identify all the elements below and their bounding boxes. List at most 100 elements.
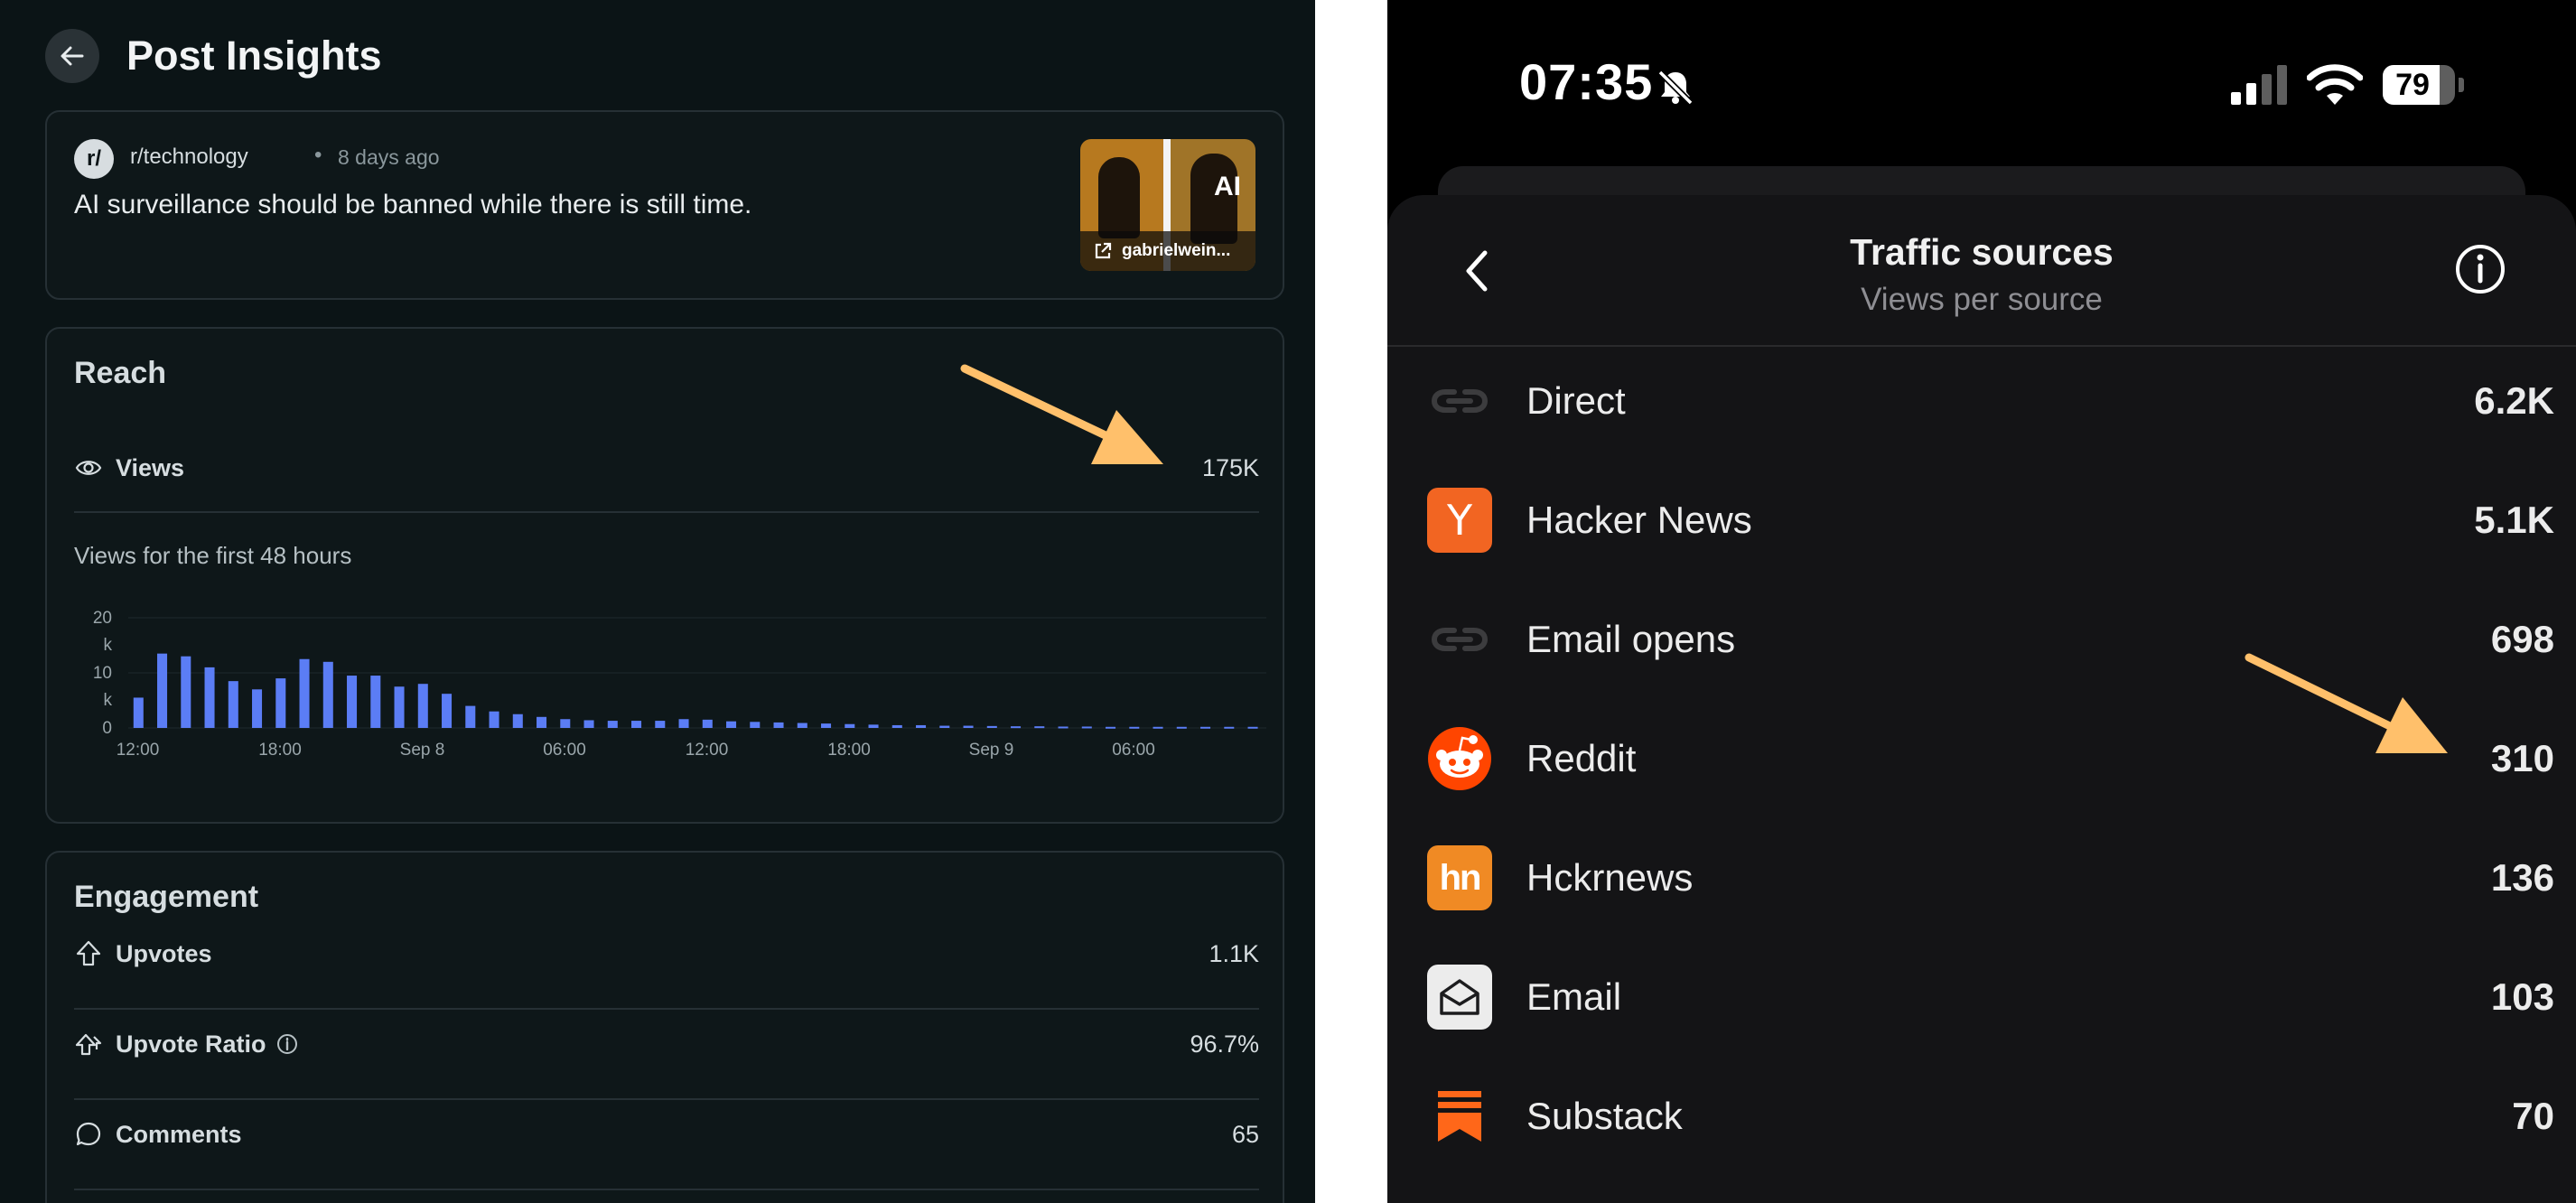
chart-bar <box>228 681 238 728</box>
chart-bar <box>726 721 737 728</box>
bell-slash-icon <box>1657 70 1694 106</box>
chart-bar <box>157 653 168 728</box>
divider <box>74 511 1259 513</box>
source-label: Email opens <box>1526 618 1736 660</box>
back-button[interactable] <box>45 29 99 83</box>
upvote-ratio-label: Upvote Ratio <box>116 1030 266 1058</box>
y-tick-unit: k <box>104 636 113 655</box>
thumbnail-link-caption[interactable]: gabrielwein... <box>1080 231 1255 271</box>
status-time: 07:35 <box>1519 53 1654 110</box>
comments-value: 65 <box>1231 1120 1259 1148</box>
chart-bar <box>133 697 144 728</box>
x-tick-label: Sep 8 <box>400 741 445 760</box>
external-link-icon <box>1095 242 1112 259</box>
source-row-email-opens[interactable]: Email opens 698 <box>1427 607 2554 672</box>
info-icon[interactable] <box>275 1032 299 1056</box>
battery-level: 79 <box>2395 67 2430 102</box>
sheet-title: Traffic sources <box>1850 231 2114 273</box>
chart-bar <box>1129 726 1140 729</box>
chart-bar <box>417 684 428 728</box>
source-row-hacker-news[interactable]: Y Hacker News 5.1K <box>1427 488 2554 553</box>
chart-bar <box>607 721 618 728</box>
chart-bar <box>939 725 950 728</box>
chart-bar <box>275 678 286 728</box>
chart-bar <box>370 676 381 728</box>
chart-bar <box>797 723 807 728</box>
chart-bar <box>299 658 310 728</box>
upvotes-label: Upvotes <box>116 939 212 967</box>
phone-screen: 07:35 79 Traffic sources Views per sourc… <box>1387 0 2576 1203</box>
header: Post Insights <box>45 27 382 85</box>
views-row: Views 175K <box>74 441 1259 495</box>
chart-bar <box>204 667 215 728</box>
divider <box>74 1008 1259 1010</box>
x-tick-label: 18:00 <box>827 741 871 760</box>
wifi-icon <box>2307 64 2363 105</box>
email-open-icon <box>1427 965 1492 1030</box>
source-label: Hckrnews <box>1526 856 1694 899</box>
post-title[interactable]: AI surveillance should be banned while t… <box>74 190 751 220</box>
info-circle-icon[interactable] <box>2451 240 2509 298</box>
chart-bar <box>1247 726 1258 729</box>
source-row-hckrnews[interactable]: hn Hckrnews 136 <box>1427 845 2554 910</box>
y-tick-unit: k <box>104 691 113 710</box>
post-card[interactable]: r/ r/technology • 8 days ago AI surveill… <box>45 110 1284 300</box>
chart-bar <box>583 720 594 728</box>
chart-caption: Views for the first 48 hours <box>74 542 352 569</box>
views-label: Views <box>116 453 185 481</box>
reach-card: Reach Views 175K Views for the first 48 … <box>45 327 1284 824</box>
subreddit-avatar: r/ <box>74 139 114 179</box>
source-row-direct[interactable]: Direct 6.2K <box>1427 368 2554 434</box>
source-row-reddit[interactable]: Reddit 310 <box>1427 726 2554 791</box>
source-row-email[interactable]: Email 103 <box>1427 965 2554 1030</box>
source-value: 310 <box>2490 737 2554 779</box>
views-value: 175K <box>1201 453 1259 481</box>
chart-bar <box>655 721 666 728</box>
chart-bar <box>1011 726 1022 729</box>
source-value: 103 <box>2490 975 2554 1018</box>
divider <box>74 1098 1259 1100</box>
substack-icon <box>1427 1084 1492 1149</box>
x-tick-label: 12:00 <box>686 741 729 760</box>
source-label: Substack <box>1526 1095 1683 1137</box>
x-tick-label: Sep 9 <box>969 741 1014 760</box>
chart-bar <box>489 711 499 728</box>
subreddit-name[interactable]: r/technology <box>130 145 248 170</box>
x-tick-label: 06:00 <box>1112 741 1155 760</box>
chart-bar <box>750 722 761 728</box>
post-insights-panel: Post Insights r/ r/technology • 8 days a… <box>0 0 1315 1203</box>
source-value: 5.1K <box>2474 499 2554 541</box>
traffic-sources-sheet: Traffic sources Views per source Direct … <box>1387 195 2576 1203</box>
chart-bar <box>821 723 832 728</box>
battery-indicator: 79 <box>2383 65 2455 105</box>
reach-title: Reach <box>74 356 167 390</box>
chart-bar <box>868 724 879 728</box>
chart-bar <box>1058 726 1069 729</box>
x-tick-label: 12:00 <box>117 741 160 760</box>
chart-bar <box>465 705 476 728</box>
eye-icon <box>75 461 102 475</box>
upvotes-row: Upvotes 1.1K <box>74 927 1259 981</box>
post-age: 8 days ago <box>338 145 440 169</box>
post-thumbnail[interactable]: AI gabrielwein... <box>1080 139 1255 271</box>
source-row-substack[interactable]: Substack 70 <box>1427 1084 2554 1149</box>
upvote-ratio-icon <box>75 1033 102 1056</box>
comments-label: Comments <box>116 1120 242 1148</box>
chart-bar <box>537 716 547 728</box>
upvote-arrow-icon <box>76 940 101 966</box>
upvote-ratio-value: 96.7% <box>1190 1030 1259 1058</box>
views-bar-chart: 20 k 10 k 0 12:00 18:00 Sep 8 06:00 12:00 18:00 Sep… <box>93 609 1266 760</box>
chart-bar <box>702 719 713 728</box>
chart-bar <box>773 722 784 728</box>
source-label: Reddit <box>1526 737 1637 779</box>
engagement-title: Engagement <box>74 880 259 914</box>
y-tick-label: 20 <box>93 609 112 628</box>
thumbnail-overlay-text: AI <box>1214 172 1241 201</box>
upvote-ratio-row: Upvote Ratio 96.7% <box>74 1017 1259 1071</box>
arrow-left-icon <box>61 46 84 66</box>
chart-bar <box>1200 726 1211 729</box>
robot-figure-left <box>1098 157 1140 238</box>
sheet-divider <box>1387 345 2576 347</box>
cellular-signal-icon <box>2231 65 2287 105</box>
comment-bubble-icon <box>76 1122 101 1146</box>
